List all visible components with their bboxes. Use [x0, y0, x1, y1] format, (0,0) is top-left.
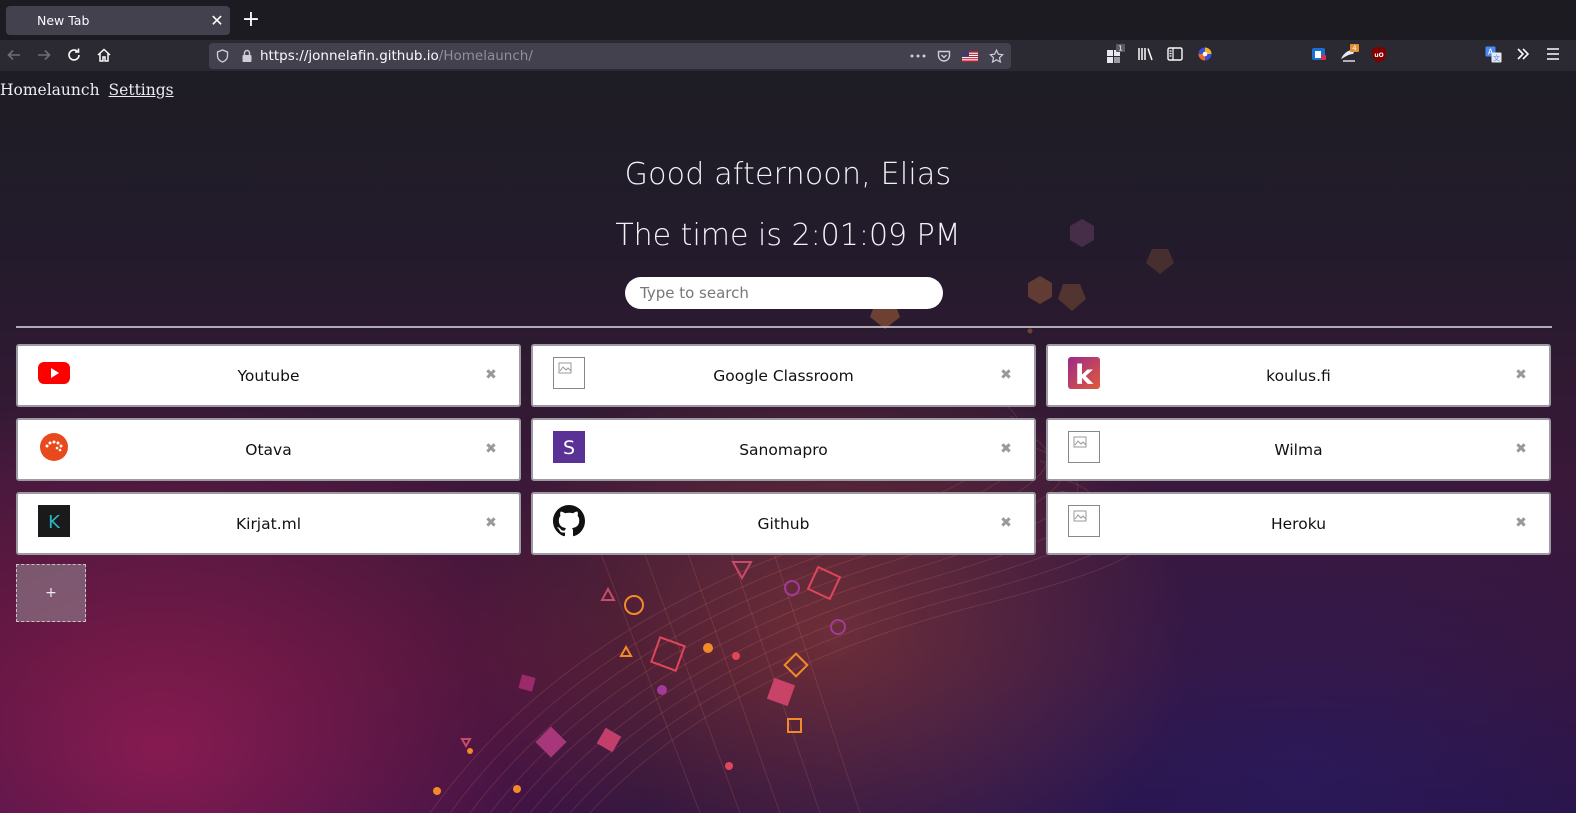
shortcut-label: Heroku [1270, 514, 1327, 533]
containers-badge: 1 [1118, 45, 1122, 53]
flag-icon[interactable] [961, 47, 979, 65]
nav-homelaunch[interactable]: Homelaunch [0, 81, 100, 99]
menu-icon[interactable] [1543, 44, 1563, 64]
notes-badge: 4 [1352, 45, 1357, 53]
search-input[interactable] [625, 277, 943, 309]
homelaunch-page: Homelaunch Settings Good afternoon, Elias… [0, 71, 1576, 813]
shortcut-label: Sanomapro [739, 440, 828, 459]
divider [16, 326, 1552, 328]
address-bar[interactable]: https://jonnelafin.github.io/Homelaunch/ [209, 43, 1011, 69]
top-nav: Homelaunch Settings [0, 81, 183, 99]
firefox-color-icon[interactable] [1195, 44, 1215, 64]
shield-icon[interactable] [213, 47, 231, 65]
home-icon[interactable] [93, 44, 115, 66]
url-path: /Homelaunch/ [438, 48, 533, 64]
tab-new-tab[interactable]: New Tab ✕ [6, 6, 230, 35]
pocket-icon[interactable] [935, 47, 953, 65]
more-icon[interactable] [909, 47, 927, 65]
close-tab-icon[interactable]: ✕ [204, 11, 230, 30]
remove-shortcut-icon[interactable]: ✖ [998, 367, 1014, 383]
remove-shortcut-icon[interactable]: ✖ [483, 515, 499, 531]
shortcut-card-kirjat[interactable]: K Kirjat.ml ✖ [16, 492, 521, 555]
nav-settings-link[interactable]: Settings [109, 81, 174, 99]
extensions-icon[interactable]: 1 [1105, 44, 1125, 64]
url-text: https://jonnelafin.github.io/Homelaunch/ [260, 48, 533, 64]
translate-icon[interactable]: A文 [1483, 44, 1503, 64]
reload-icon[interactable] [63, 44, 85, 66]
svg-text:uO: uO [1374, 52, 1383, 59]
add-shortcut-button[interactable]: + [16, 564, 86, 622]
shortcut-card-wilma[interactable]: Wilma ✖ [1046, 418, 1551, 481]
clock-text: The time is 2:01:09 PM [615, 218, 961, 253]
svg-text:文: 文 [1493, 53, 1500, 62]
shortcut-card-google-classroom[interactable]: Google Classroom ✖ [531, 344, 1036, 407]
shortcut-label: koulus.fi [1266, 366, 1331, 385]
shortcut-card-youtube[interactable]: Youtube ✖ [16, 344, 521, 407]
shortcut-card-otava[interactable]: Otava ✖ [16, 418, 521, 481]
new-tab-button[interactable]: + [240, 7, 262, 33]
shortcut-label: Github [757, 514, 810, 533]
library-icon[interactable] [1136, 44, 1156, 64]
remove-shortcut-icon[interactable]: ✖ [483, 441, 499, 457]
overflow-icon[interactable] [1513, 44, 1533, 64]
shortcut-label: Google Classroom [713, 366, 854, 385]
shortcut-card-github[interactable]: Github ✖ [531, 492, 1036, 555]
remove-shortcut-icon[interactable]: ✖ [1513, 367, 1529, 383]
remove-shortcut-icon[interactable]: ✖ [1513, 515, 1529, 531]
url-domain: https://jonnelafin.github.io [260, 48, 439, 64]
sidebar-icon[interactable] [1165, 44, 1185, 64]
lock-icon[interactable] [238, 47, 256, 65]
ublock-icon[interactable]: uO [1369, 44, 1389, 64]
back-icon[interactable] [3, 44, 25, 66]
remove-shortcut-icon[interactable]: ✖ [998, 515, 1014, 531]
shortcut-label: Wilma [1274, 440, 1323, 459]
remove-shortcut-icon[interactable]: ✖ [998, 441, 1014, 457]
bookmark-star-icon[interactable] [987, 47, 1005, 65]
shortcut-label: Otava [245, 440, 292, 459]
remove-shortcut-icon[interactable]: ✖ [1513, 441, 1529, 457]
shortcut-card-koulus[interactable]: k koulus.fi ✖ [1046, 344, 1551, 407]
shortcut-label: Kirjat.ml [235, 514, 302, 533]
shortcut-card-sanomapro[interactable]: S Sanomapro ✖ [531, 418, 1036, 481]
tab-title: New Tab [37, 13, 90, 28]
tab-strip: New Tab ✕ + [0, 0, 1576, 40]
shortcut-label: Youtube [237, 366, 300, 385]
note-icon[interactable]: 4 [1339, 44, 1359, 64]
greeting-text: Good afternoon, Elias [624, 157, 952, 192]
container-icon[interactable] [1309, 44, 1329, 64]
remove-shortcut-icon[interactable]: ✖ [483, 367, 499, 383]
shortcut-card-heroku[interactable]: Heroku ✖ [1046, 492, 1551, 555]
forward-icon[interactable] [33, 44, 55, 66]
